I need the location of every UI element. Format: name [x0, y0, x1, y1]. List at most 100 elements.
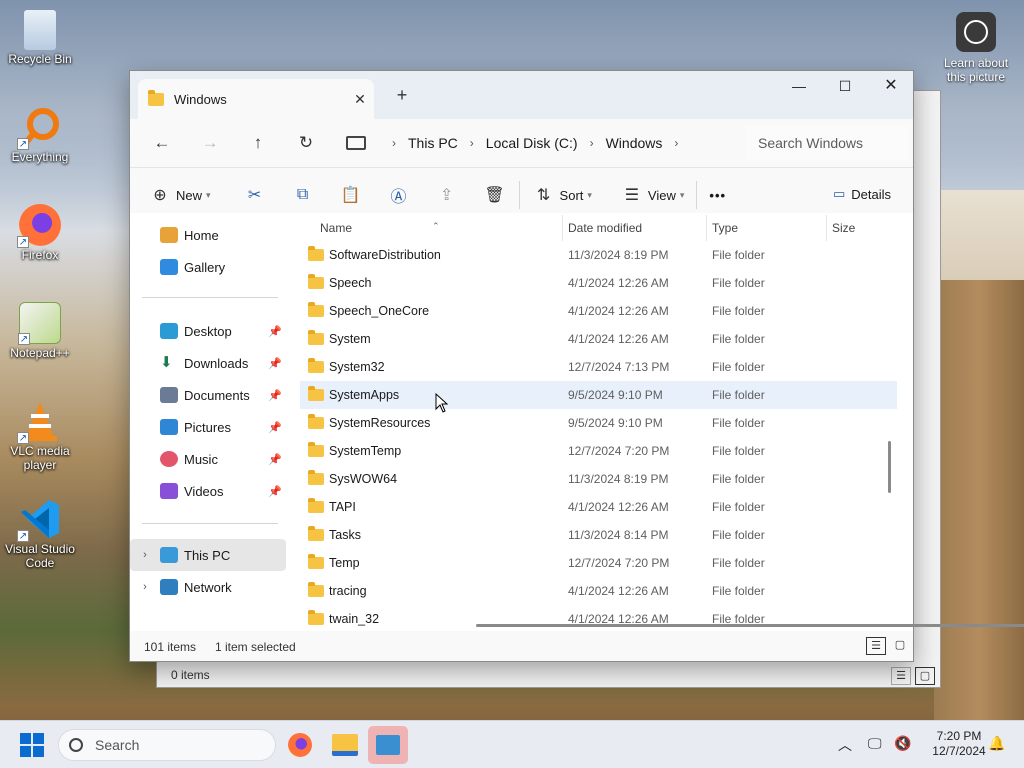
- table-row[interactable]: SystemApps 9/5/2024 9:10 PM File folder: [300, 381, 897, 409]
- table-row[interactable]: System32 12/7/2024 7:13 PM File folder: [300, 353, 897, 381]
- file-name-cell[interactable]: SystemApps: [308, 386, 399, 402]
- pin-icon[interactable]: 📌: [268, 389, 282, 402]
- new-tab-button[interactable]: +: [388, 85, 416, 106]
- copy-button[interactable]: ⧉: [291, 175, 315, 215]
- file-list[interactable]: ⌃ Name Date modified Type Size SoftwareD…: [300, 213, 1024, 633]
- table-row[interactable]: SystemTemp 12/7/2024 7:20 PM File folder: [300, 437, 897, 465]
- delete-button[interactable]: 🗑: [483, 175, 507, 215]
- pin-icon[interactable]: 📌: [268, 325, 282, 338]
- chevron-right-icon[interactable]: ›: [130, 549, 160, 561]
- network-status-icon[interactable]: 🖵: [868, 735, 882, 752]
- start-button[interactable]: [20, 733, 44, 757]
- tiles-view-icon[interactable]: ▢: [915, 667, 935, 685]
- close-window-button[interactable]: ✕: [868, 71, 914, 103]
- table-row[interactable]: Temp 12/7/2024 7:20 PM File folder: [300, 549, 897, 577]
- paste-button[interactable]: 📋: [339, 175, 363, 215]
- pin-icon[interactable]: 📌: [268, 453, 282, 466]
- file-name-cell[interactable]: System: [308, 330, 371, 346]
- nav-item-gallery[interactable]: Gallery: [130, 251, 286, 283]
- table-row[interactable]: SystemResources 9/5/2024 9:10 PM File fold…: [300, 409, 897, 437]
- breadcrumb-local-disk[interactable]: Local Disk (C:): [486, 135, 578, 151]
- nav-item-desktop[interactable]: Desktop 📌: [130, 315, 286, 347]
- learn-about-picture[interactable]: Learn about this picture: [940, 12, 1012, 84]
- pin-icon[interactable]: 📌: [268, 421, 282, 434]
- column-header-size[interactable]: Size: [832, 221, 855, 235]
- nav-item-this-pc[interactable]: › This PC: [130, 539, 286, 571]
- pin-icon[interactable]: 📌: [268, 485, 282, 498]
- file-name-cell[interactable]: tracing: [308, 582, 367, 598]
- taskbar-file-explorer[interactable]: [325, 726, 365, 764]
- chevron-right-icon[interactable]: ›: [130, 581, 160, 593]
- sort-button[interactable]: ⇅ Sort ▾: [532, 175, 592, 215]
- column-header-name[interactable]: Name: [320, 221, 352, 235]
- column-divider[interactable]: [706, 215, 707, 241]
- see-more-button[interactable]: •••: [709, 175, 726, 215]
- chevron-right-icon[interactable]: ›: [674, 136, 678, 150]
- horizontal-scrollbar[interactable]: [476, 624, 1024, 627]
- file-name-cell[interactable]: Tasks: [308, 526, 361, 542]
- back-button[interactable]: ←: [138, 133, 186, 153]
- file-name-cell[interactable]: Temp: [308, 554, 360, 570]
- pin-icon[interactable]: 📌: [268, 357, 282, 370]
- file-name-cell[interactable]: SoftwareDistribution: [308, 246, 441, 262]
- nav-item-home[interactable]: Home: [130, 219, 286, 251]
- table-row[interactable]: SysWOW64 11/3/2024 8:19 PM File folder: [300, 465, 897, 493]
- tab-windows[interactable]: Windows ✕: [138, 79, 374, 119]
- new-button[interactable]: ⊕ New ▾: [148, 175, 210, 215]
- desktop-icon-everything[interactable]: ↗ Everything: [0, 106, 80, 164]
- tab-close-button[interactable]: ✕: [346, 91, 374, 108]
- maximize-button[interactable]: ☐: [822, 71, 868, 103]
- desktop-icon-vlc[interactable]: ↗ VLC media player: [0, 400, 80, 472]
- title-bar[interactable]: Windows ✕ + — ☐ ✕: [130, 71, 913, 119]
- share-button[interactable]: ⇪: [435, 175, 459, 215]
- file-name-cell[interactable]: System32: [308, 358, 385, 374]
- nav-item-videos[interactable]: Videos 📌: [130, 475, 286, 507]
- chevron-right-icon[interactable]: ›: [392, 136, 396, 150]
- file-name-cell[interactable]: Speech: [308, 274, 371, 290]
- file-name-cell[interactable]: Speech_OneCore: [308, 302, 429, 318]
- nav-item-documents[interactable]: Documents 📌: [130, 379, 286, 411]
- chevron-right-icon[interactable]: ›: [590, 136, 594, 150]
- column-header-type[interactable]: Type: [712, 221, 738, 235]
- file-name-cell[interactable]: SysWOW64: [308, 470, 397, 486]
- cut-button[interactable]: ✂: [243, 175, 267, 215]
- file-name-cell[interactable]: SystemTemp: [308, 442, 401, 458]
- file-explorer-window[interactable]: Windows ✕ + — ☐ ✕ ← → ↑ ↻ › This PC › Lo…: [129, 70, 1024, 662]
- chevron-right-icon[interactable]: ›: [470, 136, 474, 150]
- breadcrumb[interactable]: › This PC › Local Disk (C:) › Windows ›: [340, 126, 740, 160]
- table-row[interactable]: SoftwareDistribution 11/3/2024 8:19 PM Fil…: [300, 241, 897, 269]
- nav-item-music[interactable]: Music 📌: [130, 443, 286, 475]
- column-divider[interactable]: [562, 215, 563, 241]
- volume-muted-icon[interactable]: 🔇: [894, 735, 911, 752]
- chevron-up-icon[interactable]: ︿: [838, 735, 852, 755]
- table-row[interactable]: twain_32 4/1/2024 12:26 AM File folder: [300, 605, 897, 633]
- forward-button[interactable]: →: [186, 133, 234, 153]
- file-name-cell[interactable]: SystemResources: [308, 414, 430, 430]
- desktop-icon-notepadpp[interactable]: ↗ Notepad++: [0, 302, 80, 360]
- desktop-icon-vscode[interactable]: ↗ Visual Studio Code: [0, 498, 80, 570]
- table-row[interactable]: TAPI 4/1/2024 12:26 AM File folder: [300, 493, 897, 521]
- navigation-pane[interactable]: Home Gallery Desktop 📌 ⬇ Downloads 📌 Doc…: [130, 213, 290, 631]
- taskbar-active-app[interactable]: [368, 726, 408, 764]
- taskbar-firefox[interactable]: [280, 726, 320, 764]
- taskbar-search-box[interactable]: Search: [58, 729, 276, 761]
- nav-item-network[interactable]: › Network: [130, 571, 286, 603]
- nav-item-pictures[interactable]: Pictures 📌: [130, 411, 286, 443]
- column-divider[interactable]: [826, 215, 827, 241]
- desktop-icon-firefox[interactable]: ↗ Firefox: [0, 204, 80, 262]
- notification-bell-icon[interactable]: 🔔: [988, 735, 1005, 752]
- search-input[interactable]: Search Windows: [746, 126, 908, 160]
- details-view-icon[interactable]: ☰: [891, 667, 911, 685]
- view-button[interactable]: ☰ View ▾: [620, 175, 685, 215]
- table-row[interactable]: Speech 4/1/2024 12:26 AM File folder: [300, 269, 897, 297]
- breadcrumb-windows[interactable]: Windows: [606, 135, 663, 151]
- table-row[interactable]: Speech_OneCore 4/1/2024 12:26 AM File fold…: [300, 297, 897, 325]
- nav-item-downloads[interactable]: ⬇ Downloads 📌: [130, 347, 286, 379]
- up-button[interactable]: ↑: [234, 133, 282, 153]
- column-header-date[interactable]: Date modified: [568, 221, 642, 235]
- vertical-scrollbar[interactable]: [888, 441, 891, 493]
- details-view-icon[interactable]: ☰: [866, 637, 886, 655]
- table-row[interactable]: System 4/1/2024 12:26 AM File folder: [300, 325, 897, 353]
- refresh-button[interactable]: ↻: [282, 133, 330, 153]
- desktop-icon-recycle-bin[interactable]: Recycle Bin: [0, 10, 80, 66]
